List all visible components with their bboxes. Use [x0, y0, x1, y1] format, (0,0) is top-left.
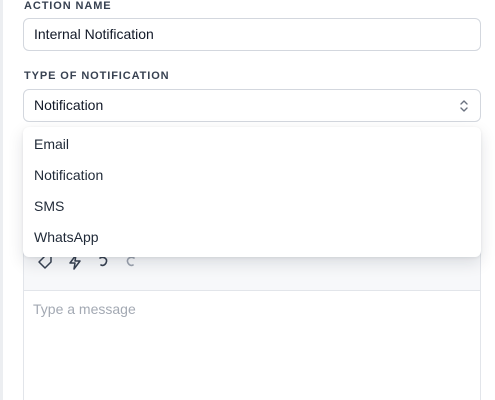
option-whatsapp[interactable]: WhatsApp — [23, 222, 481, 253]
option-email[interactable]: Email — [23, 129, 481, 160]
notification-type-value: Notification — [34, 97, 104, 113]
message-editor[interactable]: Type a message — [23, 232, 481, 400]
message-placeholder: Type a message — [33, 301, 136, 317]
action-name-label: ACTION NAME — [24, 0, 112, 12]
notification-type-dropdown: Email Notification SMS WhatsApp — [23, 127, 481, 257]
notification-type-select[interactable]: Notification — [23, 89, 481, 122]
action-name-input[interactable]: Internal Notification — [23, 18, 481, 51]
option-sms[interactable]: SMS — [23, 191, 481, 222]
chevron-updown-icon — [460, 100, 468, 112]
notification-type-label: TYPE OF NOTIFICATION — [24, 70, 170, 82]
option-notification[interactable]: Notification — [23, 160, 481, 191]
left-panel-border — [0, 0, 3, 400]
